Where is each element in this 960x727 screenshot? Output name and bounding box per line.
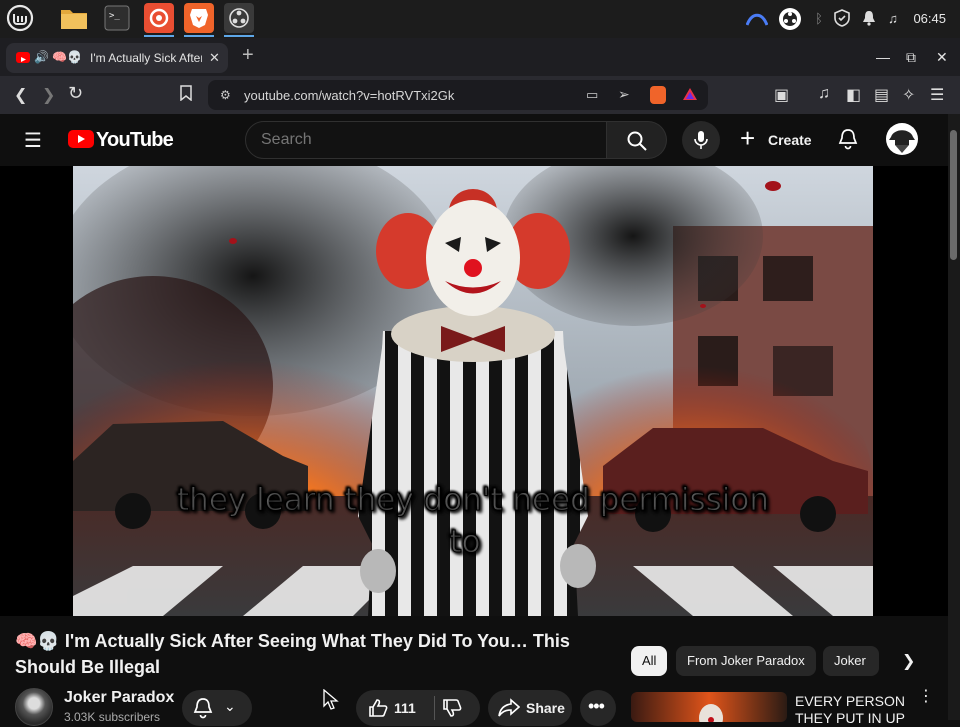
firefox-icon[interactable] xyxy=(144,3,174,37)
share-label: Share xyxy=(526,700,565,716)
share-button[interactable]: Share xyxy=(488,690,572,726)
chip-all[interactable]: All xyxy=(631,646,668,676)
chevron-down-icon: ⌄ xyxy=(224,698,236,714)
clock: 06:45 xyxy=(913,11,946,26)
send-icon[interactable]: ➢ xyxy=(618,86,630,103)
create-button[interactable]: + Create xyxy=(740,123,812,153)
video-title: 🧠💀 I'm Actually Sick After Seeing What T… xyxy=(15,631,570,677)
scrollbar-thumb[interactable] xyxy=(950,130,957,260)
more-dots-icon: ••• xyxy=(588,696,605,716)
plus-icon: + xyxy=(740,123,756,153)
notifications-bell-icon[interactable] xyxy=(838,128,858,155)
thumbs-up-icon xyxy=(368,698,388,723)
obs-icon[interactable] xyxy=(224,3,254,37)
shield-icon[interactable] xyxy=(833,9,851,27)
caption-line-2: to xyxy=(449,524,480,560)
account-avatar[interactable] xyxy=(886,123,918,155)
mint-menu-icon[interactable] xyxy=(5,3,35,33)
new-tab-button[interactable]: + xyxy=(242,44,254,67)
chip-from-channel[interactable]: From Joker Paradox xyxy=(676,646,816,676)
recommendation-menu-icon[interactable]: ⋮ xyxy=(918,689,934,705)
youtube-play-logo-icon xyxy=(68,130,94,148)
page-scrollbar[interactable] xyxy=(948,114,960,720)
back-icon[interactable]: ❮ xyxy=(14,85,27,105)
create-label: Create xyxy=(768,132,812,148)
youtube-header: ☰ YouTube + Create xyxy=(0,114,948,166)
brave-shields-icon[interactable] xyxy=(650,86,666,104)
like-button[interactable]: 111 xyxy=(356,690,434,726)
subscribed-bell-button[interactable]: ⌄ xyxy=(182,690,252,726)
minimize-icon[interactable]: — xyxy=(876,49,890,65)
wallet-icon[interactable]: ▤ xyxy=(874,85,889,105)
folder-icon[interactable] xyxy=(59,3,89,33)
more-actions-button[interactable]: ••• xyxy=(580,690,616,726)
brave-rewards-icon[interactable] xyxy=(682,87,698,106)
voice-search-button[interactable] xyxy=(682,121,720,159)
terminal-icon[interactable]: >_ xyxy=(102,3,132,33)
share-arrow-icon xyxy=(498,698,521,723)
video-player[interactable]: they learn they don't need permission to xyxy=(0,166,948,616)
thumbs-down-icon xyxy=(443,699,462,717)
bluetooth-icon[interactable]: ᛒ xyxy=(810,9,828,27)
tab-emoji: 🧠💀 xyxy=(52,50,82,64)
tab-close-icon[interactable]: ✕ xyxy=(209,50,220,66)
youtube-favicon-icon xyxy=(16,52,30,63)
video-frame[interactable]: they learn they don't need permission to xyxy=(73,166,873,616)
browser-tab-bar: 🔊 🧠💀 I'm Actually Sick After Seeing What… xyxy=(0,38,960,76)
reader-mode-icon[interactable]: ▣ xyxy=(774,85,789,105)
mouse-cursor-icon xyxy=(322,688,340,716)
channel-avatar[interactable] xyxy=(15,688,53,726)
microphone-icon xyxy=(694,131,708,149)
brave-icon[interactable] xyxy=(184,3,214,37)
sidebar-icon[interactable]: ◧ xyxy=(846,85,861,105)
music-playlist-icon[interactable]: ♫ xyxy=(818,85,830,103)
channel-name[interactable]: Joker Paradox xyxy=(64,689,174,707)
audio-playing-icon[interactable]: 🔊 xyxy=(34,50,49,64)
tab-youtube-video[interactable]: 🔊 🧠💀 I'm Actually Sick After Seeing What… xyxy=(6,43,228,73)
subscriber-count: 3.03K subscribers xyxy=(64,710,161,724)
search-button[interactable] xyxy=(607,121,667,159)
caption-line-1: they learn they don't need permission xyxy=(177,482,769,518)
chips-next-chevron-icon[interactable]: ❯ xyxy=(902,651,915,671)
window-close-icon[interactable]: ✕ xyxy=(936,49,948,66)
address-field[interactable]: ⚙ youtube.com/watch?v=hotRVTxi2Gk ▭ ➢ xyxy=(208,80,708,110)
browser-toolbar: ❮ ❯ ↻ ⚙ youtube.com/watch?v=hotRVTxi2Gk … xyxy=(0,76,960,114)
site-settings-icon[interactable]: ⚙ xyxy=(220,88,231,102)
media-record-icon[interactable] xyxy=(778,7,802,31)
music-note-icon[interactable]: ♫ xyxy=(884,9,902,27)
bookmark-icon[interactable] xyxy=(180,85,192,106)
maximize-icon[interactable]: ⧉ xyxy=(906,49,916,66)
svg-text:>_: >_ xyxy=(109,11,120,21)
like-dislike-group: 111 xyxy=(356,690,480,726)
leo-ai-icon[interactable]: ✧ xyxy=(902,85,915,105)
chip-joker[interactable]: Joker xyxy=(823,646,879,676)
system-taskbar: >_ ᛒ ♫ 06:45 xyxy=(0,0,960,38)
search-icon xyxy=(627,131,647,151)
cast-icon[interactable]: ▭ xyxy=(586,87,598,103)
dislike-button[interactable] xyxy=(442,698,462,723)
youtube-logo-text: YouTube xyxy=(96,129,174,151)
browser-menu-icon[interactable]: ☰ xyxy=(930,85,944,105)
search-input[interactable] xyxy=(245,121,607,159)
tab-title: I'm Actually Sick After Seeing What They… xyxy=(90,51,202,65)
forward-icon[interactable]: ❯ xyxy=(42,85,55,105)
vpn-icon[interactable] xyxy=(746,8,768,28)
guide-menu-icon[interactable]: ☰ xyxy=(24,128,42,153)
like-count: 111 xyxy=(394,700,416,716)
reload-icon[interactable]: ↻ xyxy=(68,83,83,104)
notifications-icon[interactable] xyxy=(860,9,878,27)
recommendation-thumbnail[interactable] xyxy=(631,692,787,722)
url-text: youtube.com/watch?v=hotRVTxi2Gk xyxy=(244,88,455,103)
recommendation-title[interactable]: EVERY PERSON THEY PUT IN UP xyxy=(795,693,905,727)
like-divider xyxy=(434,696,435,720)
